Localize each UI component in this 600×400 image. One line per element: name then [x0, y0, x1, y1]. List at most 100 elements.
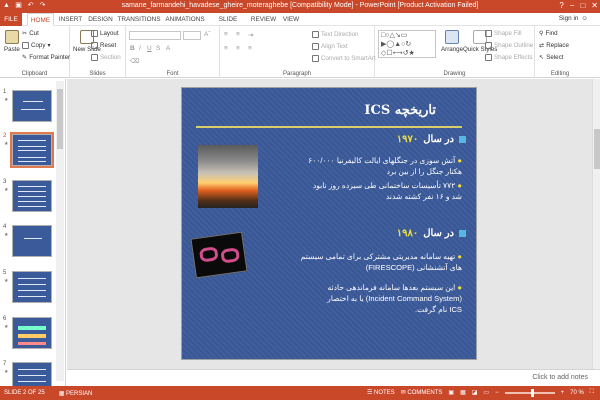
- thumbnail-image: [12, 271, 52, 303]
- select-label: Select: [546, 54, 564, 61]
- tab-home[interactable]: HOME: [27, 13, 54, 26]
- wildfire-photo[interactable]: [198, 145, 258, 208]
- font-color-button[interactable]: A: [166, 45, 170, 52]
- convert-smartart-button[interactable]: Convert to SmartArt: [312, 55, 376, 62]
- thumbnail-scrollbar[interactable]: [56, 81, 64, 381]
- smiley-icon: ☺: [581, 15, 588, 22]
- tab-design[interactable]: DESIGN: [87, 13, 114, 26]
- layout-button[interactable]: Layout: [91, 30, 119, 37]
- font-size-box[interactable]: [183, 31, 201, 40]
- normal-view-icon[interactable]: ▣: [448, 389, 454, 396]
- bullet-square-icon: [459, 136, 466, 143]
- slide-counter: SLIDE 2 OF 25: [4, 390, 45, 396]
- section-label: Section: [100, 54, 121, 61]
- zoom-in-button[interactable]: +: [561, 390, 565, 396]
- underline-button[interactable]: U: [147, 45, 152, 52]
- reset-button[interactable]: Reset: [91, 42, 116, 49]
- align-text-button[interactable]: Align Text: [312, 43, 348, 50]
- paragraph-group: ≡ ≡ ⇥ ≡ ≡ ≡ Text Direction Align Text Co…: [220, 26, 376, 78]
- notes-button[interactable]: ☰ NOTES: [367, 389, 395, 396]
- animation-star-icon: ★: [4, 369, 9, 375]
- comments-button[interactable]: ✉ COMMENTS: [401, 389, 443, 396]
- bold-button[interactable]: B: [130, 45, 135, 52]
- indent-icon[interactable]: ⇥: [248, 31, 253, 39]
- slide-sorter-icon[interactable]: ▦: [460, 389, 466, 396]
- zoom-slider[interactable]: [504, 388, 555, 397]
- shape-outline-button[interactable]: Shape Outline: [485, 42, 533, 49]
- replace-label: Replace: [546, 42, 569, 49]
- thumbnail-number: 7: [3, 361, 7, 367]
- thumbnail-number: 1: [3, 89, 7, 95]
- select-button[interactable]: ↖ Select: [539, 54, 563, 61]
- heading-year: ۱۹۸۰: [396, 228, 419, 239]
- slide-title[interactable]: تاریخچه ICS: [364, 103, 436, 118]
- find-icon: ⚲: [539, 30, 544, 37]
- shadow-button[interactable]: S: [156, 45, 160, 52]
- numbering-icon[interactable]: ≡: [236, 31, 240, 38]
- sign-in[interactable]: Sign in ☺: [559, 15, 588, 22]
- thumbnail-number: 5: [3, 270, 7, 276]
- grow-font-icon[interactable]: Aˆ: [204, 31, 211, 38]
- fit-slide-icon[interactable]: ⛶: [590, 389, 594, 396]
- shapes-gallery[interactable]: □○△↘▭ ▶◯▲○↻ ◇☐⟷↺★: [378, 30, 436, 58]
- smartart-icon: [312, 55, 319, 62]
- section-button[interactable]: Section: [91, 54, 121, 61]
- close-button[interactable]: ✕: [591, 1, 598, 11]
- bullet-1970-damage: ● ۷۷۲ تأسیسات ساختمانی طی سیزده روز نابو…: [313, 180, 462, 202]
- notes-pane[interactable]: Click to add notes: [67, 369, 600, 386]
- editor-scroll-thumb[interactable]: [594, 129, 600, 169]
- format-painter-button[interactable]: ✎ Format Painter: [22, 54, 70, 61]
- reading-view-icon[interactable]: ◪: [472, 389, 478, 396]
- reset-label: Reset: [100, 42, 117, 49]
- paste-button[interactable]: Paste: [4, 30, 20, 53]
- animation-star-icon: ★: [4, 232, 9, 238]
- align-left-icon[interactable]: ≡: [224, 45, 228, 52]
- shape-fill-button[interactable]: Shape Fill: [485, 30, 522, 37]
- tab-insert[interactable]: INSERT: [57, 13, 84, 26]
- comments-label: COMMENTS: [407, 390, 443, 396]
- find-button[interactable]: ⚲ Find: [539, 30, 558, 37]
- arrange-icon: [445, 30, 459, 44]
- copy-button[interactable]: Copy ▾: [22, 42, 51, 49]
- tab-review[interactable]: REVIEW: [250, 13, 277, 26]
- thumbnail-image: [10, 132, 54, 168]
- maximize-button[interactable]: □: [580, 1, 585, 11]
- tab-animations[interactable]: ANIMATIONS: [164, 13, 206, 26]
- thumbnail-number: 4: [3, 224, 7, 230]
- select-icon: ↖: [539, 54, 545, 61]
- cut-button[interactable]: ✂ Cut: [22, 30, 39, 37]
- slideshow-icon[interactable]: ▭: [483, 389, 489, 396]
- notes-label: NOTES: [374, 390, 395, 396]
- help-button[interactable]: ?: [559, 1, 563, 11]
- thumbnail-scroll-thumb[interactable]: [57, 89, 63, 149]
- window-controls: ? − □ ✕: [559, 1, 598, 11]
- minimize-button[interactable]: −: [570, 1, 575, 11]
- language-indicator[interactable]: ▦ PERSIAN: [59, 390, 93, 397]
- bullet-dot-icon: ●: [455, 156, 462, 165]
- zoom-out-button[interactable]: −: [495, 390, 499, 396]
- align-center-icon[interactable]: ≡: [236, 45, 240, 52]
- tab-transitions[interactable]: TRANSITIONS: [117, 13, 161, 26]
- tab-view[interactable]: VIEW: [280, 13, 302, 26]
- font-group-label: Font: [166, 71, 179, 77]
- align-right-icon[interactable]: ≡: [248, 45, 252, 52]
- editor-scrollbar[interactable]: [592, 79, 600, 369]
- italic-button[interactable]: I: [139, 45, 141, 52]
- tab-slide-show[interactable]: SLIDE SHOW: [209, 13, 247, 36]
- bullet-line: هکتار جنگل را از بین برد: [386, 167, 462, 176]
- clear-format-icon[interactable]: ⌫: [130, 57, 139, 65]
- zoom-level[interactable]: 70 %: [570, 390, 584, 396]
- replace-button[interactable]: ⇄ Replace: [539, 42, 569, 49]
- font-name-box[interactable]: [129, 31, 181, 40]
- tab-file[interactable]: FILE: [0, 13, 22, 26]
- broken-chain-image[interactable]: [190, 231, 248, 279]
- slide-canvas[interactable]: تاریخچه ICS در سال ۱۹۷۰ ● آتش سوزی در جن…: [181, 87, 477, 360]
- bullets-icon[interactable]: ≡: [224, 31, 228, 38]
- text-direction-button[interactable]: Text Direction: [312, 31, 358, 38]
- clipboard-group-label: Clipboard: [21, 71, 48, 77]
- zoom-slider-thumb[interactable]: [530, 388, 534, 397]
- shape-fill-icon: [485, 30, 492, 37]
- shape-effects-button[interactable]: Shape Effects: [485, 54, 532, 61]
- align-text-label: Align Text: [321, 43, 348, 50]
- arrange-button[interactable]: Arrange: [441, 30, 463, 53]
